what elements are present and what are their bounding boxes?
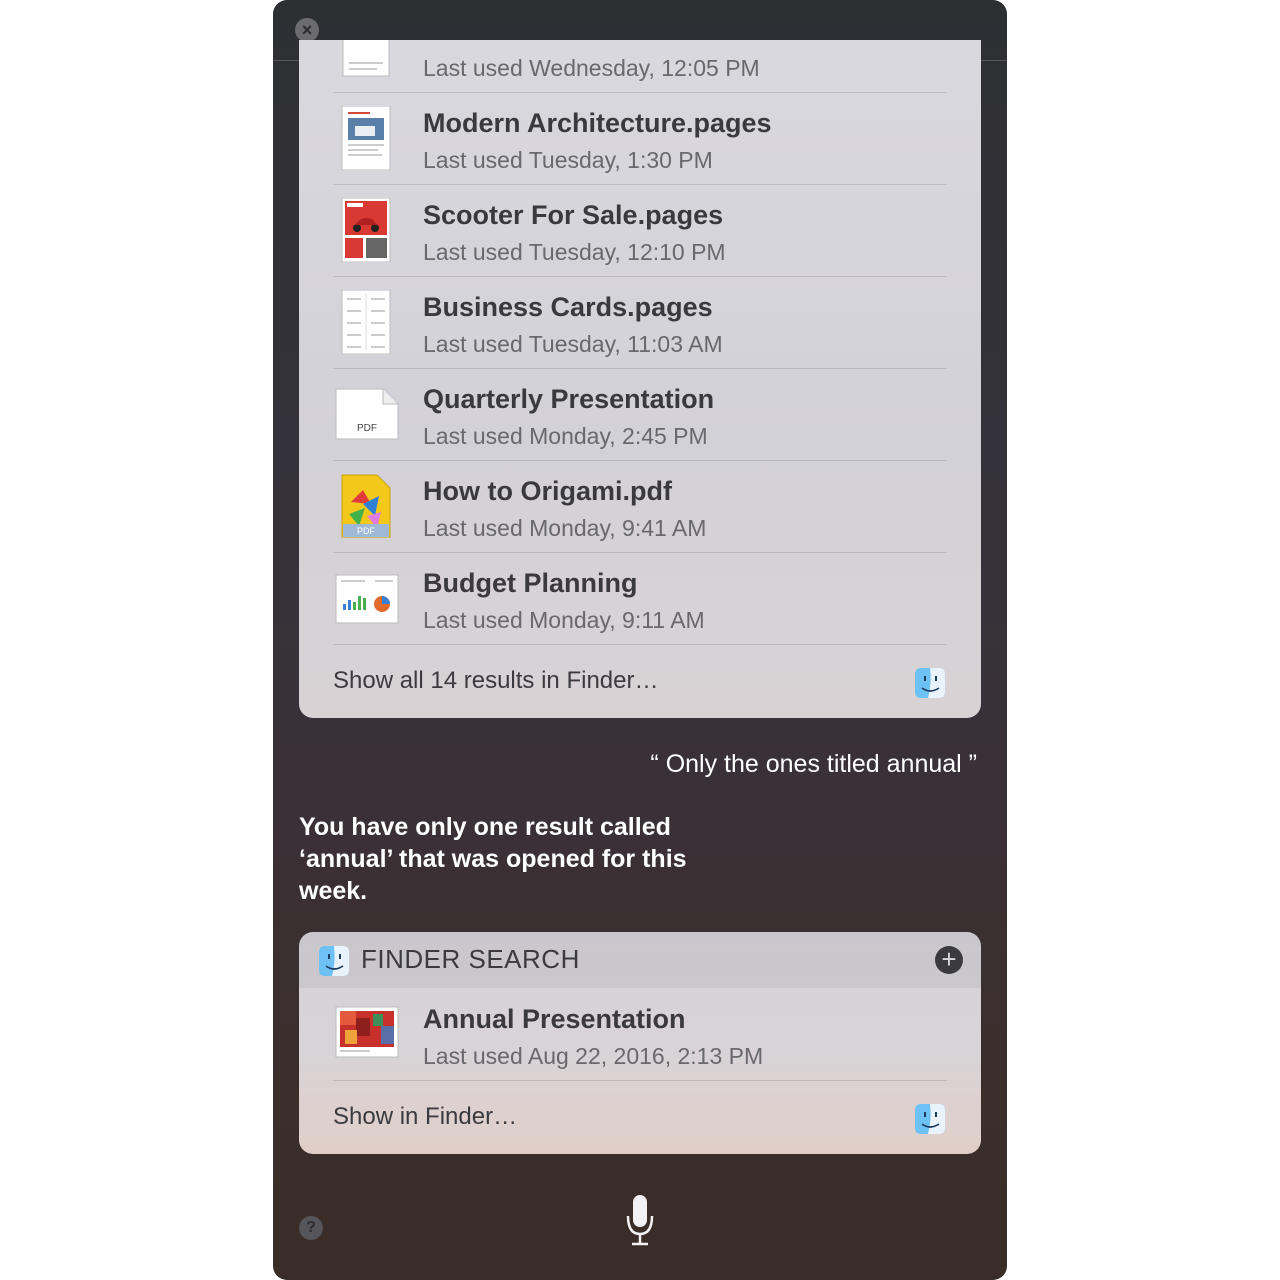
file-last-used: Last used Aug 22, 2016, 2:13 PM	[423, 1043, 764, 1069]
file-name: Business Cards.pages	[423, 292, 713, 322]
file-name: Quarterly Presentation	[423, 384, 715, 414]
pdf-label: PDF	[357, 423, 377, 434]
finder-results-card: Last used Wednesday, 12:05 PM Modern Arc…	[299, 40, 981, 718]
microphone-icon[interactable]	[625, 1194, 655, 1246]
list-item[interactable]: PDF How to Origami.pdf Last used Monday,…	[333, 460, 947, 553]
finder-icon[interactable]	[915, 668, 945, 698]
pages-doc-thumbnail-icon	[341, 290, 391, 354]
file-name: Budget Planning	[423, 568, 638, 598]
list-item[interactable]: Business Cards.pages Last used Tuesday, …	[333, 276, 947, 369]
list-item[interactable]: Scooter For Sale.pages Last used Tuesday…	[333, 184, 947, 277]
close-icon[interactable]: ×	[295, 18, 319, 42]
document-thumbnail-icon	[342, 40, 390, 77]
list-item[interactable]: Last used Wednesday, 12:05 PM	[333, 40, 947, 93]
file-name: How to Origami.pdf	[423, 476, 672, 506]
pdf-colorful-thumbnail-icon: PDF	[341, 474, 391, 538]
pdf-file-icon: PDF	[335, 388, 399, 440]
keynote-thumbnail-icon	[335, 1006, 399, 1058]
finder-search-card: FINDER SEARCH + Annual Presentation Last…	[299, 932, 981, 1154]
add-to-notification-center-button[interactable]: +	[935, 946, 963, 974]
file-last-used: Last used Wednesday, 12:05 PM	[423, 55, 760, 81]
file-last-used: Last used Monday, 9:41 AM	[423, 515, 707, 541]
finder-search-header: FINDER SEARCH +	[299, 932, 981, 988]
list-item[interactable]: Modern Architecture.pages Last used Tues…	[333, 92, 947, 185]
file-last-used: Last used Tuesday, 11:03 AM	[423, 331, 723, 357]
pdf-label: PDF	[357, 526, 376, 536]
list-item[interactable]: Annual Presentation Last used Aug 22, 20…	[333, 988, 947, 1081]
show-all-results-link[interactable]: Show all 14 results in Finder…	[333, 667, 658, 695]
file-last-used: Last used Tuesday, 12:10 PM	[423, 239, 726, 265]
siri-window: × Last used Wednesday, 12:05 PM Modern A…	[273, 0, 1007, 1280]
siri-response: You have only one result called ‘annual’…	[299, 813, 687, 905]
show-in-finder-link[interactable]: Show in Finder…	[333, 1103, 517, 1131]
finder-search-title: FINDER SEARCH	[361, 944, 580, 974]
finder-icon[interactable]	[915, 1104, 945, 1134]
finder-icon	[319, 946, 349, 976]
list-item[interactable]: Budget Planning Last used Monday, 9:11 A…	[333, 552, 947, 645]
file-name: Scooter For Sale.pages	[423, 200, 724, 230]
pages-flyer-thumbnail-icon	[341, 198, 391, 262]
numbers-chart-thumbnail-icon	[335, 574, 399, 624]
list-item[interactable]: PDF Quarterly Presentation Last used Mon…	[333, 368, 947, 461]
help-icon[interactable]: ?	[299, 1216, 323, 1240]
file-name: Modern Architecture.pages	[423, 108, 772, 138]
file-last-used: Last used Monday, 9:11 AM	[423, 607, 705, 633]
file-last-used: Last used Monday, 2:45 PM	[423, 423, 708, 449]
pages-doc-thumbnail-icon	[341, 106, 391, 170]
user-utterance: “ Only the ones titled annual ”	[650, 750, 977, 778]
file-last-used: Last used Tuesday, 1:30 PM	[423, 147, 713, 173]
file-name: Annual Presentation	[423, 1004, 686, 1034]
